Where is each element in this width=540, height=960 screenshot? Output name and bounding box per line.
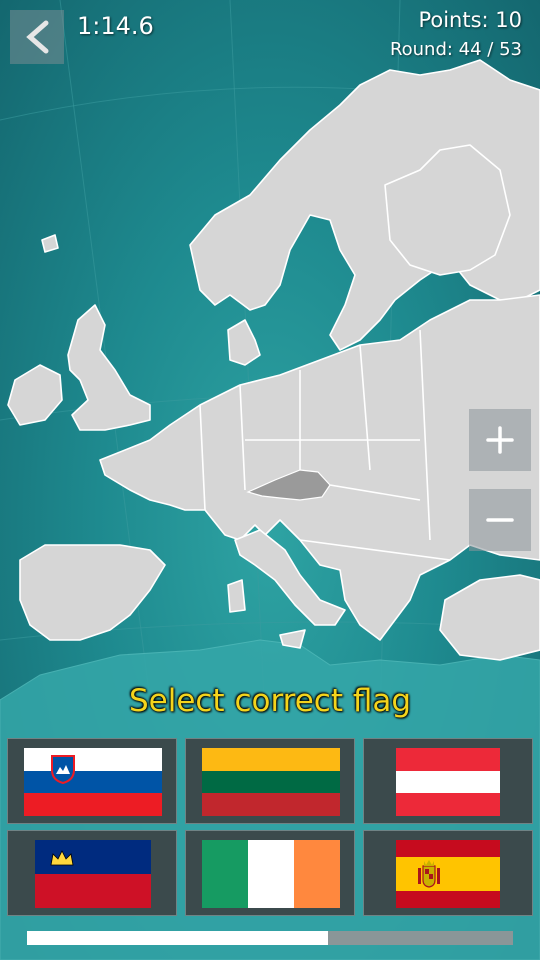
round-progress-bar [27, 931, 513, 945]
flag-austria [396, 748, 500, 816]
flag-ireland [202, 840, 340, 908]
spain-coat-of-arms-icon [418, 860, 440, 888]
land-iceland [41, 234, 59, 253]
zoom-out-button[interactable] [469, 489, 531, 551]
land-turkey [439, 574, 540, 661]
flag-option-liechtenstein[interactable] [7, 830, 177, 916]
flag-slovenia [24, 748, 162, 816]
minus-icon [486, 518, 514, 522]
flag-option-lithuania[interactable] [185, 738, 355, 824]
round-label: Round: 44 / 53 [389, 39, 522, 60]
round-progress-fill [27, 931, 329, 945]
back-button[interactable] [10, 10, 64, 64]
land-great-britain [67, 304, 151, 431]
land-sardinia [227, 579, 246, 613]
timer: 1:14.6 [77, 12, 154, 40]
points-label: Points: 10 [418, 8, 522, 32]
slovenia-coat-of-arms-icon [51, 755, 75, 784]
land-ireland [7, 364, 63, 426]
flag-option-spain[interactable] [363, 830, 533, 916]
flag-option-austria[interactable] [363, 738, 533, 824]
land-iberia [19, 544, 166, 641]
back-arrow-icon [26, 20, 49, 54]
plus-icon [486, 426, 514, 454]
land-sicily [279, 629, 306, 649]
zoom-in-button[interactable] [469, 409, 531, 471]
prompt-text: Select correct flag [128, 683, 412, 719]
crown-icon [50, 850, 74, 866]
flag-option-slovenia[interactable] [7, 738, 177, 824]
flag-spain [396, 840, 500, 908]
flag-option-ireland[interactable] [185, 830, 355, 916]
land-denmark [227, 319, 261, 366]
flag-lithuania [202, 748, 340, 816]
flag-liechtenstein [35, 840, 151, 908]
